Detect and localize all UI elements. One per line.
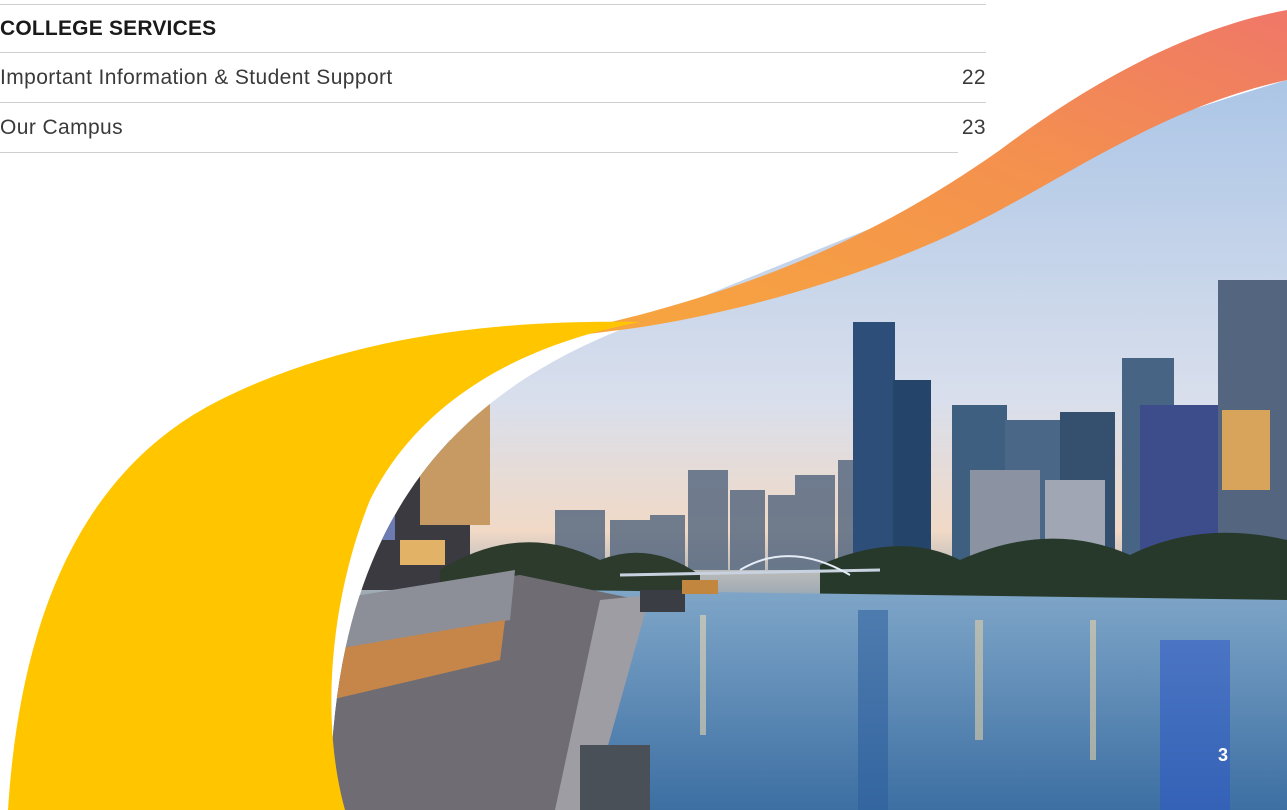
page-number: 3 — [1218, 745, 1229, 765]
toc-entry-page: 22 — [961, 65, 986, 89]
toc-entry-page: 23 — [961, 115, 986, 139]
city-river-photo — [330, 80, 1287, 810]
toc-entry-our-campus[interactable]: Our Campus 23 — [0, 103, 986, 153]
toc-entry-title: Our Campus — [0, 115, 124, 139]
brochure-page: COLLEGE SERVICES Important Information &… — [0, 0, 1287, 810]
toc-entry-student-support[interactable]: Important Information & Student Support … — [0, 53, 986, 103]
toc-entry-title: Important Information & Student Support — [0, 65, 393, 89]
toc-section-heading: COLLEGE SERVICES — [0, 5, 986, 53]
table-of-contents: COLLEGE SERVICES Important Information &… — [0, 0, 986, 153]
